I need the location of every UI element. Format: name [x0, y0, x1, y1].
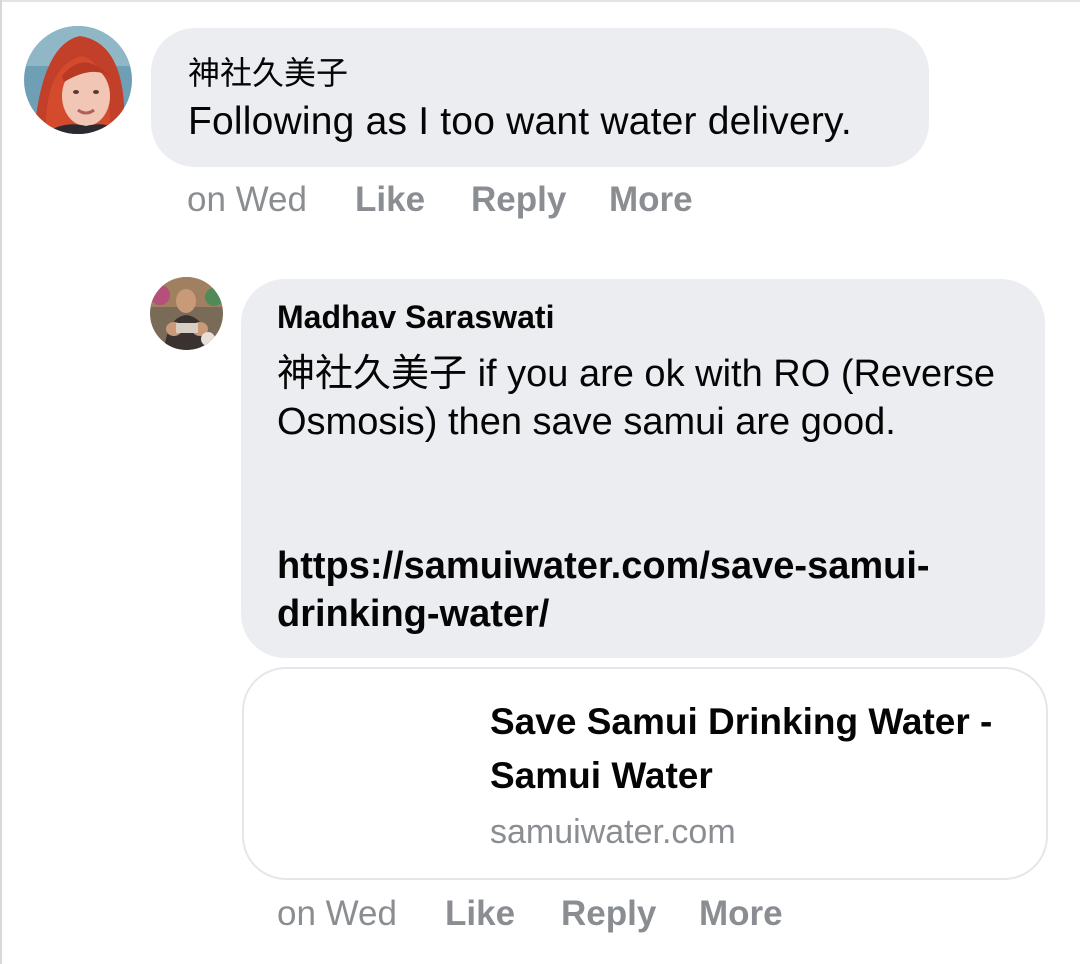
reply-url-link[interactable]: https://samuiwater.com/save-samui-drinki… [277, 542, 1017, 638]
like-button[interactable]: Like [445, 894, 515, 934]
more-button[interactable]: More [609, 180, 693, 220]
comment-author[interactable]: 神社久美子 [188, 48, 348, 94]
reply-text: 神社久美子 if you are ok with RO (Reverse Osm… [277, 349, 1017, 446]
more-button[interactable]: More [699, 894, 783, 934]
avatar-photo-group-icon [150, 277, 223, 350]
reply-button[interactable]: Reply [471, 180, 566, 220]
like-button[interactable]: Like [355, 180, 425, 220]
top-border [0, 0, 1080, 2]
link-preview-card[interactable]: Save Samui Drinking Water - Samui Water … [242, 667, 1048, 880]
reply-button[interactable]: Reply [561, 894, 656, 934]
mention-link[interactable]: 神社久美子 [277, 351, 467, 395]
comment-bubble: 神社久美子 Following as I too want water deli… [151, 28, 929, 167]
link-preview-domain: samuiwater.com [490, 813, 736, 851]
link-preview-title[interactable]: Save Samui Drinking Water - Samui Water [490, 695, 1030, 803]
left-border [0, 0, 2, 964]
reply-author[interactable]: Madhav Saraswati [277, 299, 554, 336]
reply-bubble: Madhav Saraswati 神社久美子 if you are ok wit… [241, 279, 1045, 658]
comment-timestamp[interactable]: on Wed [187, 180, 307, 220]
comment-text: Following as I too want water delivery. [188, 100, 852, 143]
avatar-photo-red-hair-icon [24, 26, 132, 134]
avatar[interactable] [150, 277, 223, 350]
avatar[interactable] [24, 26, 132, 134]
reply-timestamp[interactable]: on Wed [277, 894, 397, 934]
